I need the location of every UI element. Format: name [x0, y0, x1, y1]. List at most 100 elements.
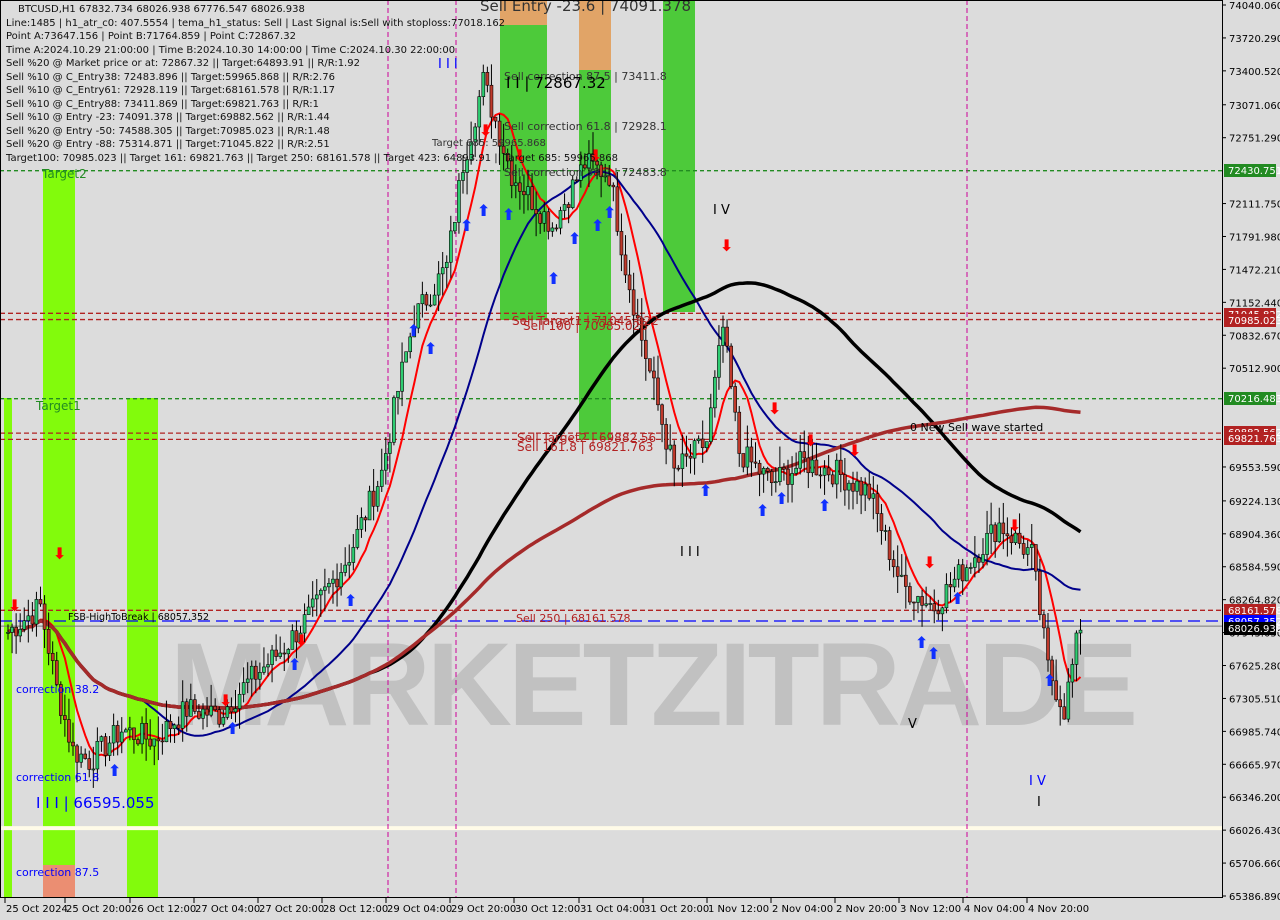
candle-body [107, 742, 112, 756]
chart-annotation: Sell correction 38.2 | 72483.8 [504, 166, 667, 179]
candle-body [826, 467, 831, 476]
candle-body [904, 574, 908, 587]
y-tick-label: 68584.590 [1229, 563, 1280, 574]
buy-arrow-icon: ⬆ [226, 719, 239, 738]
candle-body [1021, 543, 1026, 555]
level-label: Target2 [41, 167, 87, 181]
price-badge: 72430.751 [1224, 164, 1280, 177]
watermark-text: MARKETZITRADE [170, 619, 1134, 751]
candle-body [964, 567, 969, 582]
candle-body [148, 738, 152, 747]
x-tick-label: 30 Oct 12:00 [515, 904, 580, 915]
buy-arrow-icon: ⬆ [775, 489, 788, 508]
buy-arrow-icon: ⬆ [108, 761, 121, 780]
symbol-line: BTCUSD,H1 67832.734 68026.938 67776.547 … [18, 4, 305, 15]
candle-body [891, 559, 896, 568]
candle-body [664, 424, 668, 450]
candle-body [1001, 522, 1006, 535]
candle-body [400, 361, 404, 392]
candle-body [440, 267, 445, 275]
candle-body [737, 411, 742, 454]
candle-body [103, 736, 108, 756]
candle-body [18, 628, 22, 637]
candle-body [802, 451, 807, 459]
y-tick-label: 66026.430 [1229, 826, 1280, 837]
candle-body [347, 562, 352, 566]
candle [729, 343, 733, 390]
candle-body [774, 481, 778, 484]
candle-body [627, 274, 632, 291]
candle-body [1042, 614, 1046, 629]
candle-body [180, 701, 185, 729]
buy-arrow-icon: ⬆ [288, 655, 301, 674]
candle-body [388, 441, 392, 454]
candle-body [290, 630, 295, 650]
candle [392, 395, 396, 446]
info-line: Sell %10 @ C_Entry88: 73411.869 || Targe… [6, 98, 320, 110]
y-tick-label: 69224.130 [1229, 497, 1280, 508]
x-tick-label: 28 Oct 12:00 [323, 904, 388, 915]
candle-body [684, 453, 689, 457]
y-tick-label: 65386.890 [1229, 892, 1280, 903]
candle-body [327, 582, 331, 588]
candle-body [895, 566, 900, 577]
candle-body [530, 186, 534, 210]
candle-body [26, 615, 31, 622]
buy-arrow-icon: ⬆ [407, 321, 420, 340]
candle-body [725, 326, 729, 347]
candle-body [436, 273, 441, 296]
candle-body [851, 482, 855, 492]
candle-body [1058, 699, 1062, 708]
x-tick-label: 31 Oct 04:00 [580, 904, 645, 915]
candle-body [384, 453, 388, 471]
candle-body [274, 649, 278, 657]
candle-body [404, 351, 408, 363]
candle-body [997, 522, 1002, 543]
candle-body [87, 758, 92, 770]
candle-body [355, 528, 360, 548]
candle-body [444, 261, 449, 268]
candle-body [790, 473, 794, 485]
candle-body [1078, 629, 1083, 634]
candle-body [75, 745, 79, 763]
candle-body [534, 209, 538, 215]
x-tick-label: 3 Nov 12:00 [900, 904, 961, 915]
candle-body [241, 682, 246, 695]
x-tick-label: 4 Nov 04:00 [964, 904, 1025, 915]
level-label: Sell 161.8 | 69821.763 [517, 440, 653, 454]
candle-body [648, 358, 652, 372]
candle-body [83, 753, 87, 759]
buy-arrow-icon: ⬆ [424, 339, 437, 358]
chart-annotation: I V [1029, 774, 1046, 789]
candle-body [818, 474, 823, 477]
candle-body [152, 738, 157, 747]
candle-body [432, 294, 437, 306]
candle-body [30, 615, 35, 625]
candle-body [323, 586, 327, 591]
x-tick-label: 26 Oct 12:00 [131, 904, 196, 915]
candle-body [213, 705, 217, 711]
candle-body [745, 446, 750, 468]
candle-body [286, 649, 291, 655]
candle-body [331, 578, 335, 584]
chart-annotation: correction 87.5 [16, 866, 99, 879]
candle-body [14, 626, 18, 637]
price-badge-label: 70216.483 [1228, 394, 1280, 405]
candle-body [237, 693, 242, 709]
candle-body [741, 453, 746, 468]
candle-body [1046, 627, 1050, 661]
level-label: Target1 [35, 399, 81, 413]
candle-body [631, 289, 636, 316]
y-tick-label: 73720.290 [1229, 34, 1280, 45]
candle-body [351, 547, 356, 563]
candle-body [428, 304, 433, 307]
candle-body [99, 736, 104, 742]
candle-body [359, 517, 364, 530]
buy-arrow-icon: ⬆ [547, 269, 560, 288]
candle-body [217, 709, 222, 725]
candle-body [863, 483, 867, 496]
candle-body [810, 459, 815, 474]
candle-body [924, 603, 928, 606]
candle-body [396, 390, 400, 398]
x-tick-label: 1 Nov 12:00 [708, 904, 769, 915]
